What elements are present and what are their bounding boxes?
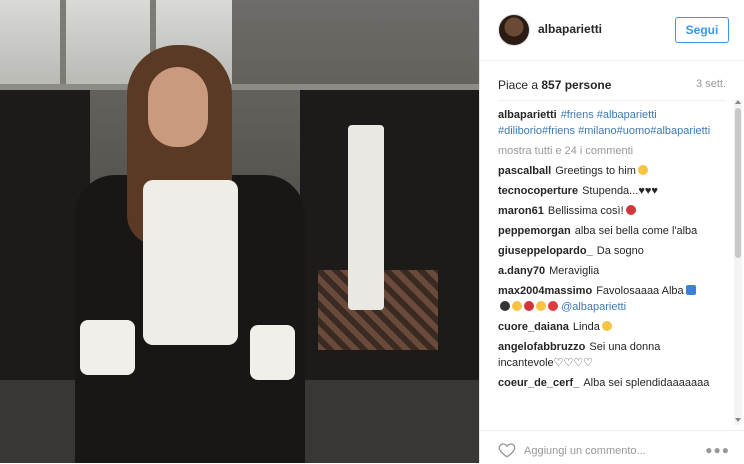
lips-emoji-icon [548,301,558,311]
comment-item: cuore_daiana Linda [498,319,718,335]
divider [498,100,726,101]
username-link[interactable]: albaparietti [538,22,602,36]
comment-item: pascalball Greetings to him [498,163,718,179]
right-cuff [250,325,295,380]
post-header: albaparietti Segui [480,0,744,61]
scrollbar-thumb[interactable] [735,108,741,258]
comment-username[interactable]: cuore_daiana [498,321,569,333]
comment-text: Meraviglia [549,265,600,277]
flag-emoji-icon [685,285,696,295]
rose-emoji-icon [524,301,534,311]
comment-item: giuseppelopardo_ Da sogno [498,243,718,259]
comments-list: albaparietti #friens #albaparietti #dilib… [498,107,718,427]
comment-username[interactable]: max2004massimo [498,285,592,297]
post-photo[interactable] [0,0,479,463]
comment-text: Alba sei splendidaaaaaaa [583,377,710,389]
likes-number[interactable]: 857 persone [541,78,611,92]
post-date[interactable]: 3 sett. [696,78,726,90]
caption-username[interactable]: albaparietti [498,109,557,121]
comment-item: coeur_de_cerf_ Alba sei splendidaaaaaaa [498,375,718,391]
comment-text: alba sei bella come l'alba [574,225,698,237]
comment-username[interactable]: angelofabbruzzo [498,341,585,353]
woman-figure [75,45,305,463]
comment-username[interactable]: tecnocoperture [498,185,578,197]
wink-emoji-icon [512,301,522,311]
comment-text: Stupenda... [582,185,639,197]
comment-text: Greetings to him [555,165,636,177]
face [148,67,208,147]
window-mullion [60,0,66,85]
follow-button[interactable]: Segui [675,17,729,43]
caption: albaparietti #friens #albaparietti #dilib… [498,107,718,139]
avatar[interactable] [498,14,530,46]
add-comment-input[interactable]: Aggiungi un commento... [524,445,646,457]
comment-text: Favolosaaaa Alba [596,285,684,297]
comment-item: maron61 Bellissima così! [498,203,718,219]
comment-username[interactable]: a.dany70 [498,265,545,277]
comment-username[interactable]: peppemorgan [498,225,571,237]
likes-prefix: Piace a [498,78,542,92]
smile-emoji-icon [637,165,648,175]
mention-link[interactable]: @albaparietti [561,301,626,313]
post-side-panel: albaparietti Segui Piace a 857 persone 3… [480,0,744,463]
heart-eyes-emoji-icon [601,321,612,331]
comments-scrollbar[interactable] [734,100,742,425]
bomb-emoji-icon [500,301,510,311]
scroll-down-arrow-icon[interactable] [735,418,741,422]
comment-text: Bellissima così! [547,205,624,217]
comment-item: angelofabbruzzo Sei una donna incantevole… [498,339,718,371]
show-all-comments-link[interactable]: mostra tutti e 24 i commenti [498,143,718,159]
comment-item: peppemorgan alba sei bella come l'alba [498,223,718,239]
comment-text: Linda [572,321,600,333]
white-blouse [143,180,238,345]
heart-icon[interactable] [498,441,516,459]
rose-emoji-icon [625,205,636,215]
instagram-post-window: albaparietti Segui Piace a 857 persone 3… [0,0,744,463]
scroll-up-arrow-icon[interactable] [735,100,741,104]
comment-item: max2004massimo Favolosaaaa Alba @albapari… [498,283,718,315]
left-cuff [80,320,135,375]
comment-item: tecnocoperture Stupenda...♥♥♥ [498,183,718,199]
post-footer: Aggiungi un commento... ●●● [480,430,744,464]
comment-item: a.dany70 Meraviglia [498,263,718,279]
hanging-shirt [348,125,384,310]
black-hearts-emoji-icon: ♥♥♥ [638,185,658,197]
comment-text: Da sogno [596,245,644,257]
comment-username[interactable]: coeur_de_cerf_ [498,377,579,389]
more-options-icon[interactable]: ●●● [705,443,730,457]
likes-count[interactable]: Piace a 857 persone [498,78,611,92]
comment-username[interactable]: giuseppelopardo_ [498,245,593,257]
comment-username[interactable]: pascalball [498,165,551,177]
heart-eyes-emoji-icon [536,301,546,311]
comment-username[interactable]: maron61 [498,205,544,217]
